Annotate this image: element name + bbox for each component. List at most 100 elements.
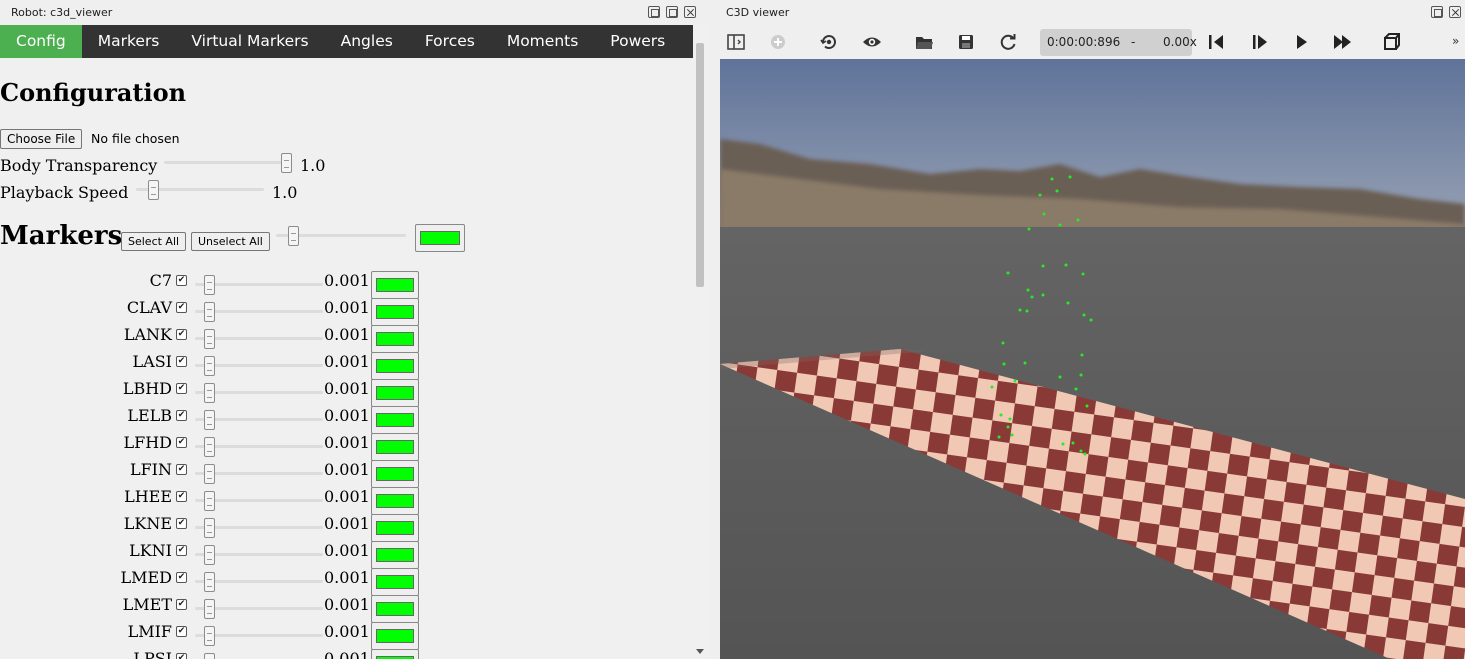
marker-color-picker[interactable] (371, 514, 419, 542)
marker-visible-checkbox[interactable]: ✔ (176, 437, 187, 448)
eye-icon[interactable] (861, 31, 883, 53)
marker-visible-checkbox[interactable]: ✔ (176, 599, 187, 610)
marker-color-picker[interactable] (371, 298, 419, 326)
marker-visible-checkbox[interactable]: ✔ (176, 545, 187, 556)
3d-scene[interactable] (720, 59, 1465, 659)
marker-size-slider[interactable] (195, 517, 323, 538)
play-icon[interactable] (1290, 31, 1312, 53)
close-icon[interactable] (1449, 6, 1461, 18)
marker-visible-checkbox[interactable]: ✔ (176, 572, 187, 583)
marker-size-slider[interactable] (195, 436, 323, 457)
vertical-scrollbar[interactable] (693, 25, 707, 659)
close-icon[interactable] (684, 6, 696, 18)
save-icon[interactable] (955, 31, 977, 53)
marker-visible-checkbox[interactable]: ✔ (176, 626, 187, 637)
slider-handle[interactable] (204, 653, 215, 659)
marker-visible-checkbox[interactable]: ✔ (176, 410, 187, 421)
marker-visible-checkbox[interactable]: ✔ (176, 653, 187, 659)
marker-visible-checkbox[interactable]: ✔ (176, 464, 187, 475)
tab-forces[interactable]: Forces (409, 25, 491, 58)
global-color-picker[interactable] (415, 224, 465, 252)
toolbar-overflow-icon[interactable]: » (1452, 34, 1459, 48)
tab-virtual-markers[interactable]: Virtual Markers (175, 25, 324, 58)
marker-size-slider[interactable] (195, 463, 323, 484)
open-folder-icon[interactable] (913, 31, 935, 53)
marker-size-slider[interactable] (195, 490, 323, 511)
slider-handle[interactable] (204, 464, 215, 484)
tab-angles[interactable]: Angles (325, 25, 409, 58)
choose-file-button[interactable]: Choose File (0, 129, 83, 149)
marker-size-slider[interactable] (195, 652, 323, 659)
toggle-panel-icon[interactable] (725, 31, 747, 53)
marker-size-slider[interactable] (195, 544, 323, 565)
3d-viewport[interactable] (720, 59, 1465, 659)
slider-handle[interactable] (204, 410, 215, 430)
view-cube-icon[interactable] (1381, 31, 1403, 53)
slider-handle[interactable] (204, 383, 215, 403)
marker-visible-checkbox[interactable]: ✔ (176, 383, 187, 394)
tab-moments[interactable]: Moments (491, 25, 594, 58)
marker-visible-checkbox[interactable]: ✔ (176, 275, 187, 286)
marker-color-picker[interactable] (371, 271, 419, 299)
marker-color-picker[interactable] (371, 568, 419, 596)
marker-size-slider[interactable] (195, 625, 323, 646)
marker-color-picker[interactable] (371, 595, 419, 623)
step-forward-icon[interactable] (1248, 31, 1270, 53)
reset-view-icon[interactable] (818, 31, 840, 53)
marker-color-picker[interactable] (371, 379, 419, 407)
global-marker-size-slider[interactable] (276, 225, 406, 246)
marker-color-picker[interactable] (371, 406, 419, 434)
marker-color-picker[interactable] (371, 352, 419, 380)
marker-size-slider[interactable] (195, 598, 323, 619)
marker-size-slider[interactable] (195, 409, 323, 430)
slider-handle[interactable] (204, 356, 215, 376)
marker-visible-checkbox[interactable]: ✔ (176, 518, 187, 529)
scroll-down-icon[interactable] (696, 649, 704, 654)
tab-config[interactable]: Config (0, 25, 82, 58)
slider-handle[interactable] (204, 437, 215, 457)
unselect-all-button[interactable]: Unselect All (191, 232, 270, 251)
slider-handle[interactable] (204, 545, 215, 565)
marker-size-slider[interactable] (195, 355, 323, 376)
marker-color-picker[interactable] (371, 487, 419, 515)
undock-icon[interactable] (666, 6, 678, 18)
marker-size-slider[interactable] (195, 301, 323, 322)
body-transparency-slider[interactable] (164, 152, 292, 173)
restore-icon[interactable] (1431, 6, 1443, 18)
slider-handle[interactable] (288, 226, 299, 246)
slider-handle[interactable] (204, 275, 215, 295)
slider-handle[interactable] (204, 626, 215, 646)
marker-color-picker[interactable] (371, 541, 419, 569)
marker-size-slider[interactable] (195, 274, 323, 295)
slider-handle[interactable] (281, 153, 292, 173)
select-all-button[interactable]: Select All (121, 232, 187, 251)
tab-markers[interactable]: Markers (82, 25, 176, 58)
scrollbar-thumb[interactable] (696, 43, 704, 287)
slider-handle[interactable] (204, 329, 215, 349)
marker-visible-checkbox[interactable]: ✔ (176, 302, 187, 313)
slider-handle[interactable] (204, 518, 215, 538)
marker-visible-checkbox[interactable]: ✔ (176, 356, 187, 367)
marker-color-picker[interactable] (371, 433, 419, 461)
slider-handle[interactable] (204, 572, 215, 592)
slider-handle[interactable] (204, 302, 215, 322)
playback-speed-slider[interactable] (136, 179, 264, 200)
marker-color-picker[interactable] (371, 325, 419, 353)
skip-to-start-icon[interactable] (1205, 31, 1227, 53)
marker-visible-checkbox[interactable]: ✔ (176, 329, 187, 340)
marker-size-slider[interactable] (195, 328, 323, 349)
marker-visible-checkbox[interactable]: ✔ (176, 491, 187, 502)
marker-color-picker[interactable] (371, 622, 419, 650)
marker-color-picker[interactable] (371, 460, 419, 488)
slider-handle[interactable] (204, 491, 215, 511)
marker-size-slider[interactable] (195, 571, 323, 592)
marker-color-picker[interactable] (371, 649, 419, 659)
marker-size-slider[interactable] (195, 382, 323, 403)
panel-splitter[interactable] (707, 25, 720, 659)
slider-handle[interactable] (148, 180, 159, 200)
reload-icon[interactable] (997, 31, 1019, 53)
restore-icon[interactable] (648, 6, 660, 18)
slider-handle[interactable] (204, 599, 215, 619)
fast-forward-icon[interactable] (1331, 31, 1353, 53)
tab-powers[interactable]: Powers (594, 25, 681, 58)
